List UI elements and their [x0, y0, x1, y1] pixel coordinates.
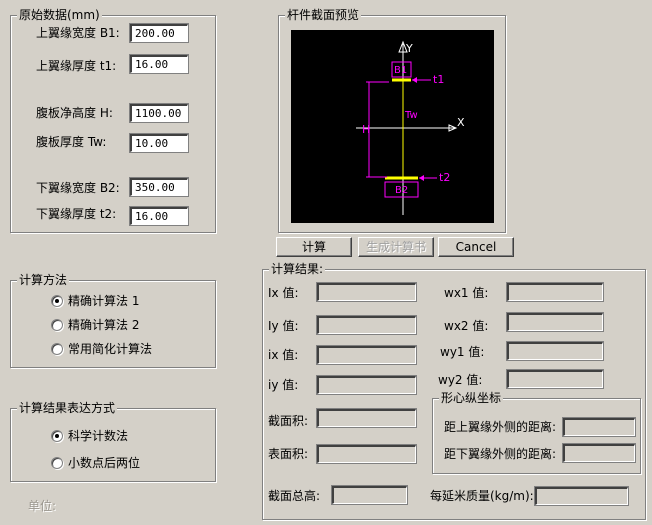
t1-arrow [412, 77, 417, 83]
t2-dimension-label: t2 [439, 171, 450, 184]
results-group-title: 计算结果: [269, 262, 326, 276]
t2-arrow [419, 175, 424, 181]
ix-radius-label: ix 值: [268, 348, 299, 362]
total-height-label: 截面总高: [268, 489, 321, 503]
t2-label: 下翼缘厚度 t2: [36, 207, 117, 221]
h-label: 腹板净高度 H: [36, 106, 113, 120]
tw-dimension-label: Tw [404, 110, 418, 121]
wy1-label: wy1 值: [440, 345, 485, 359]
centroid-bottom-label: 距下翼缘外侧的距离: [444, 447, 557, 461]
wx2-output [506, 312, 604, 332]
mass-per-meter-label: 每延米质量(kg/m): [430, 489, 534, 503]
ix-output [316, 282, 417, 302]
b2-input[interactable]: 350.00 [129, 177, 189, 197]
generate-report-button[interactable]: 生成计算书 [358, 237, 434, 257]
centroid-group: 形心纵坐标 [432, 391, 641, 474]
h-input[interactable]: 1100.00 [129, 103, 189, 123]
unit-label: 单位: [28, 499, 57, 513]
method-radio-3[interactable] [51, 343, 63, 355]
iy-output [316, 315, 417, 335]
centroid-top-output [562, 417, 636, 437]
calculate-button[interactable]: 计算 [276, 237, 352, 257]
preview-group-title: 杆件截面预览 [285, 8, 362, 22]
input-data-group-title: 原始数据(mm) [17, 8, 102, 22]
t1-label: 上翼缘厚度 t1: [36, 59, 117, 73]
section-preview-canvas: Y X B1 t1 Tw H t2 B2 [291, 30, 494, 223]
input-data-group: 原始数据(mm) [10, 8, 216, 233]
format-radio-two-decimals[interactable] [51, 457, 63, 469]
t2-input[interactable]: 16.00 [129, 206, 189, 226]
centroid-bottom-output [562, 443, 636, 463]
iy-radius-output [316, 375, 417, 395]
format-option-label-scientific: 科学计数法 [68, 429, 129, 443]
tw-input[interactable]: 10.00 [129, 133, 189, 153]
b2-label: 下翼缘宽度 B2: [36, 181, 120, 195]
h-dimension-label: H [362, 123, 370, 136]
surface-area-label: 表面积: [268, 447, 309, 461]
x-axis-label: X [457, 116, 465, 129]
iy-radius-label: iy 值: [268, 378, 299, 392]
method-radio-1[interactable] [51, 295, 63, 307]
method-group-title: 计算方法 [17, 273, 70, 287]
total-height-output [331, 485, 408, 505]
method-option-label-3: 常用简化计算法 [68, 342, 153, 356]
wx1-output [506, 282, 604, 302]
t1-input[interactable]: 16.00 [129, 54, 189, 74]
centroid-group-title: 形心纵坐标 [439, 391, 504, 405]
ix-label: Ix 值: [268, 286, 299, 300]
format-option-label-two-decimals: 小数点后两位 [68, 456, 141, 470]
tw-label: 腹板厚度 Tw: [36, 135, 107, 149]
method-option-label-2: 精确计算法 2 [68, 318, 140, 332]
wx2-label: wx2 值: [444, 319, 489, 333]
i-beam-diagram: Y X B1 t1 Tw H t2 B2 [356, 40, 465, 215]
method-radio-2[interactable] [51, 319, 63, 331]
wy2-label: wy2 值: [438, 373, 483, 387]
wy2-output [506, 369, 604, 389]
b1-input[interactable]: 200.00 [129, 23, 189, 43]
surface-area-output [316, 444, 417, 464]
t1-dimension-label: t1 [433, 73, 444, 86]
ix-radius-output [316, 345, 417, 365]
iy-label: Iy 值: [268, 319, 299, 333]
mass-per-meter-output [534, 486, 629, 506]
wx1-label: wx1 值: [444, 286, 489, 300]
b1-dimension-label: B1 [394, 65, 407, 76]
b1-label: 上翼缘宽度 B1: [36, 26, 120, 40]
format-radio-scientific[interactable] [51, 430, 63, 442]
section-area-output [316, 408, 417, 428]
y-axis-label: Y [405, 42, 413, 55]
b2-dimension-label: B2 [395, 185, 408, 196]
centroid-top-label: 距上翼缘外侧的距离: [444, 420, 557, 434]
section-area-label: 截面积: [268, 414, 309, 428]
cancel-button[interactable]: Cancel [438, 237, 514, 257]
method-option-label-1: 精确计算法 1 [68, 294, 140, 308]
result-format-group-title: 计算结果表达方式 [17, 401, 118, 415]
wy1-output [506, 341, 604, 361]
